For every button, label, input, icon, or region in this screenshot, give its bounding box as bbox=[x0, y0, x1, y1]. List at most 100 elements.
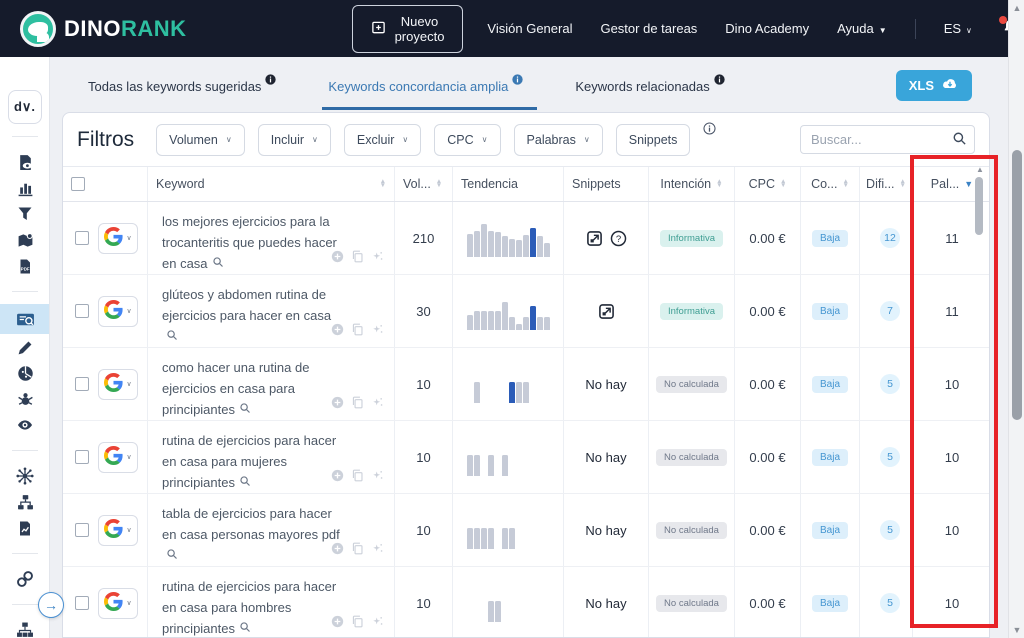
keyword-search-icon[interactable] bbox=[166, 327, 178, 348]
select-all-checkbox[interactable] bbox=[71, 177, 85, 191]
nav-link-vision-general[interactable]: Visión General bbox=[487, 21, 572, 36]
row-checkbox[interactable] bbox=[75, 523, 89, 538]
keyword-search-icon[interactable] bbox=[239, 400, 251, 421]
sidebar-item-sitemap[interactable] bbox=[0, 489, 49, 515]
copy-keyword-icon[interactable] bbox=[351, 615, 364, 628]
column-header-volumen[interactable]: Vol... ▲ ▼ bbox=[395, 167, 453, 201]
sidebar-item-hub[interactable] bbox=[0, 463, 49, 489]
ai-suggest-icon[interactable] bbox=[371, 250, 384, 263]
sidebar-item-pencil[interactable] bbox=[0, 334, 49, 360]
dinorank-logo[interactable]: DINORANK bbox=[20, 10, 187, 47]
nav-link-gestor-tareas[interactable]: Gestor de tareas bbox=[600, 21, 697, 36]
google-selector-button[interactable]: ∨ bbox=[98, 441, 138, 473]
info-icon[interactable] bbox=[714, 74, 725, 85]
row-checkbox[interactable] bbox=[75, 596, 89, 611]
tab-concordancia-amplia[interactable]: Keywords concordancia amplia bbox=[322, 74, 538, 110]
sidebar-item-link[interactable] bbox=[0, 566, 49, 592]
add-keyword-icon[interactable] bbox=[331, 396, 344, 409]
add-keyword-icon[interactable] bbox=[331, 323, 344, 336]
scroll-up-arrow[interactable]: ▲ bbox=[1009, 3, 1024, 13]
tab-todas-keywords[interactable]: Todas las keywords sugeridas bbox=[88, 74, 277, 110]
copy-keyword-icon[interactable] bbox=[351, 250, 364, 263]
new-project-button[interactable]: Nuevo proyecto bbox=[351, 4, 464, 53]
info-icon[interactable] bbox=[703, 122, 716, 140]
keyword-search-icon[interactable] bbox=[166, 546, 178, 567]
filter-dropdown-incluir[interactable]: Incluir ∨ bbox=[257, 123, 331, 156]
snippet-featured-icon[interactable] bbox=[598, 303, 615, 320]
filter-dropdown-cpc[interactable]: CPC ∨ bbox=[434, 123, 501, 156]
google-selector-button[interactable]: ∨ bbox=[98, 222, 138, 254]
google-selector-button[interactable]: ∨ bbox=[98, 295, 138, 327]
sidebar-item-bar-chart[interactable] bbox=[0, 175, 49, 201]
sort-icon[interactable]: ▲ ▼ bbox=[842, 178, 848, 189]
page-scrollbar-thumb[interactable] bbox=[1012, 150, 1022, 420]
sort-desc-icon[interactable]: ▼ bbox=[964, 179, 973, 189]
sidebar-item-eye[interactable] bbox=[0, 412, 49, 438]
sidebar-item-spider[interactable] bbox=[0, 386, 49, 412]
keyword-search-icon[interactable] bbox=[239, 473, 251, 494]
sidebar-item-pdf[interactable]: PDF bbox=[0, 253, 49, 279]
google-selector-button[interactable]: ∨ bbox=[98, 514, 138, 546]
copy-keyword-icon[interactable] bbox=[351, 323, 364, 336]
sidebar-item-funnel[interactable] bbox=[0, 201, 49, 227]
add-keyword-icon[interactable] bbox=[331, 250, 344, 263]
ai-suggest-icon[interactable] bbox=[371, 615, 384, 628]
copy-keyword-icon[interactable] bbox=[351, 542, 364, 555]
row-checkbox[interactable] bbox=[75, 377, 89, 392]
search-icon[interactable] bbox=[952, 131, 967, 151]
sidebar-item-tree[interactable] bbox=[0, 617, 49, 638]
ai-suggest-icon[interactable] bbox=[371, 323, 384, 336]
ai-suggest-icon[interactable] bbox=[371, 542, 384, 555]
sidebar-item-doc-chart[interactable] bbox=[0, 515, 49, 541]
sort-icon[interactable]: ▲ ▼ bbox=[780, 178, 786, 189]
snippet-question-icon[interactable]: ? bbox=[610, 230, 627, 247]
filter-snippets-button[interactable]: Snippets bbox=[615, 123, 691, 156]
sort-icon[interactable]: ▲ ▼ bbox=[380, 178, 386, 189]
add-keyword-icon[interactable] bbox=[331, 542, 344, 555]
google-selector-button[interactable]: ∨ bbox=[98, 368, 138, 400]
ai-suggest-icon[interactable] bbox=[371, 469, 384, 482]
google-selector-button[interactable]: ∨ bbox=[98, 587, 138, 619]
page-scrollbar[interactable]: ▲ ▼ bbox=[1008, 0, 1024, 638]
row-checkbox[interactable] bbox=[75, 231, 89, 246]
nav-menu-ayuda[interactable]: Ayuda ▼ bbox=[837, 21, 887, 36]
copy-keyword-icon[interactable] bbox=[351, 469, 364, 482]
row-checkbox[interactable] bbox=[75, 304, 89, 319]
snippet-featured-icon[interactable] bbox=[586, 230, 603, 247]
language-selector[interactable]: ES ∨ bbox=[944, 21, 972, 36]
column-header-concurrencia[interactable]: Co... ▲ ▼ bbox=[801, 167, 860, 201]
table-scroll-up-arrow[interactable]: ▲ bbox=[976, 165, 984, 174]
sidebar-item-pie[interactable] bbox=[0, 360, 49, 386]
column-header-dificultad[interactable]: Difi... ▲ ▼ bbox=[860, 167, 913, 201]
search-input[interactable] bbox=[800, 125, 975, 154]
keyword-cell: los mejores ejercicios para la trocanter… bbox=[148, 202, 395, 275]
info-icon[interactable] bbox=[265, 74, 277, 85]
table-scrollbar-thumb[interactable] bbox=[975, 177, 983, 235]
export-xls-button[interactable]: XLS bbox=[895, 70, 972, 101]
keyword-search-icon[interactable] bbox=[212, 254, 224, 275]
keyword-search-icon[interactable] bbox=[239, 619, 251, 637]
nav-link-dino-academy[interactable]: Dino Academy bbox=[725, 21, 809, 36]
add-keyword-icon[interactable] bbox=[331, 615, 344, 628]
sidebar-item-kw-research[interactable] bbox=[0, 304, 49, 334]
sort-icon[interactable]: ▲ ▼ bbox=[716, 178, 722, 189]
row-checkbox[interactable] bbox=[75, 450, 89, 465]
add-keyword-icon[interactable] bbox=[331, 469, 344, 482]
filter-dropdown-volumen[interactable]: Volumen ∨ bbox=[156, 123, 245, 156]
sidebar-item-doc-eye[interactable] bbox=[0, 149, 49, 175]
sidebar-collapsed-logo[interactable]: d∨. bbox=[7, 90, 42, 124]
copy-keyword-icon[interactable] bbox=[351, 396, 364, 409]
sidebar-expand-button[interactable]: → bbox=[38, 592, 64, 618]
scroll-down-arrow[interactable]: ▼ bbox=[1009, 625, 1024, 635]
sidebar-item-map-pin[interactable] bbox=[0, 227, 49, 253]
tab-keywords-relacionadas[interactable]: Keywords relacionadas bbox=[575, 74, 725, 110]
column-header-keyword[interactable]: Keyword ▲ ▼ bbox=[148, 167, 395, 201]
sort-icon[interactable]: ▲ ▼ bbox=[900, 178, 906, 189]
filter-dropdown-palabras[interactable]: Palabras ∨ bbox=[513, 123, 603, 156]
column-header-intencion[interactable]: Intención ▲ ▼ bbox=[649, 167, 735, 201]
column-header-cpc[interactable]: CPC ▲ ▼ bbox=[735, 167, 801, 201]
info-icon[interactable] bbox=[512, 74, 524, 85]
ai-suggest-icon[interactable] bbox=[371, 396, 384, 409]
filter-dropdown-excluir[interactable]: Excluir ∨ bbox=[343, 123, 422, 156]
sort-icon[interactable]: ▲ ▼ bbox=[436, 178, 442, 189]
